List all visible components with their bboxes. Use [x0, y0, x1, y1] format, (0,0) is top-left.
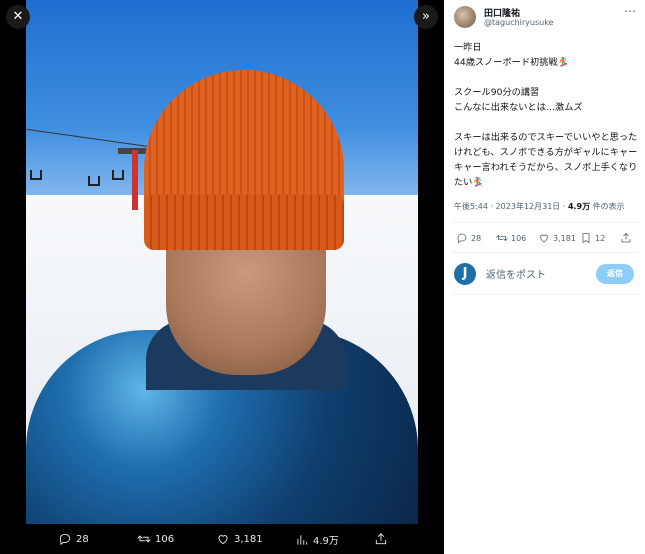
viewer-like-button[interactable]: 3,181 — [216, 532, 263, 546]
retweet-button[interactable]: 106 — [496, 232, 526, 244]
like-button[interactable]: 3,181 — [538, 232, 576, 244]
viewer-reply-count: 28 — [76, 533, 89, 545]
divider — [452, 294, 638, 295]
photo-lift-chair — [88, 176, 100, 186]
views-chart-icon — [297, 534, 308, 545]
avatar[interactable] — [454, 6, 476, 28]
tweet-view-count: 4.9万 — [567, 202, 591, 211]
tweet-timestamp[interactable]: 午後5:44 · 2023年12月31日 · — [454, 202, 568, 211]
reply-count: 28 — [471, 233, 482, 243]
tweet-text: 一昨日 44歳スノーボード初挑戦🏂 スクール90分の講習 こんなに出来ないとは…… — [454, 42, 638, 188]
author-handle[interactable]: @taguchiryusuke — [484, 18, 553, 27]
retweet-count: 106 — [511, 233, 527, 243]
expand-button[interactable]: » — [414, 5, 438, 29]
retweet-icon — [496, 234, 508, 242]
heart-icon — [540, 234, 548, 243]
photo-lift-chair — [112, 170, 124, 180]
close-icon: ✕ — [12, 9, 24, 24]
share-icon — [621, 232, 631, 243]
viewer-share-button[interactable] — [374, 532, 388, 546]
reply-icon — [59, 533, 71, 546]
reply-button[interactable]: 28 — [456, 232, 481, 244]
divider — [452, 222, 638, 223]
heart-icon — [218, 535, 228, 545]
reply-input[interactable]: 返信をポスト — [486, 266, 546, 281]
tweet-meta: 午後5:44 · 2023年12月31日 · 4.9万 件の表示 — [454, 201, 625, 212]
expand-icon: » — [422, 9, 430, 24]
media-viewer: ✕ » 28 106 3,181 4.9万 — [0, 0, 444, 554]
viewer-like-count: 3,181 — [234, 533, 263, 545]
photo-lift-chair — [30, 170, 42, 180]
share-button[interactable] — [620, 232, 632, 244]
photo-beanie-brim — [144, 195, 344, 250]
photo-lift-tower — [132, 150, 138, 210]
retweet-icon — [137, 535, 151, 543]
reply-icon — [457, 233, 467, 244]
divider — [452, 252, 638, 253]
tweet-photo[interactable] — [26, 0, 418, 524]
like-count: 3,181 — [553, 233, 576, 243]
reply-submit-button[interactable]: 返信 — [596, 264, 634, 284]
viewer-views-count: 4.9万 — [313, 536, 339, 547]
bookmark-button[interactable]: 12 — [580, 232, 605, 244]
more-options-icon[interactable]: ⋯ — [624, 4, 636, 18]
viewer-retweet-button[interactable]: 106 — [137, 532, 174, 546]
close-button[interactable]: ✕ — [6, 5, 30, 29]
viewer-views-button[interactable]: 4.9万 — [295, 532, 339, 547]
tweet-view-label: 件の表示 — [590, 202, 625, 211]
bookmark-count: 12 — [595, 233, 606, 243]
viewer-reply-button[interactable]: 28 — [58, 532, 89, 546]
reply-avatar: J — [454, 263, 476, 285]
bookmark-icon — [582, 233, 590, 244]
tweet-panel: 田口隆祐 @taguchiryusuke ⋯ 一昨日 44歳スノーボード初挑戦🏂… — [444, 0, 645, 554]
share-icon — [375, 533, 387, 545]
viewer-retweet-count: 106 — [155, 533, 175, 545]
